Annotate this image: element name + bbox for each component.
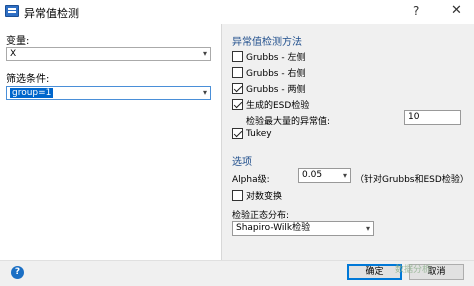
max-outliers-label: 检验最大量的异常值: bbox=[246, 117, 331, 127]
alpha-dropdown[interactable]: 0.05 ▾ bbox=[298, 168, 351, 183]
options-section-title: 选项 bbox=[232, 157, 252, 168]
normality-label: 检验正态分布: bbox=[232, 211, 290, 221]
checkbox-box[interactable] bbox=[232, 67, 243, 78]
chevron-down-icon: ▾ bbox=[365, 224, 370, 233]
checkbox-box[interactable] bbox=[232, 99, 243, 110]
normality-dropdown[interactable]: Shapiro-Wilk检验 ▾ bbox=[232, 221, 374, 236]
checkbox-label: Tukey bbox=[246, 128, 272, 139]
checkbox-label: 对数变换 bbox=[246, 192, 283, 202]
chevron-down-icon: ▾ bbox=[202, 88, 207, 97]
max-outliers-input[interactable]: 10 bbox=[404, 110, 461, 125]
normality-value: Shapiro-Wilk检验 bbox=[236, 223, 311, 233]
variable-value: X bbox=[10, 49, 17, 59]
watermark-text: 数据分析 bbox=[395, 265, 432, 275]
left-panel: 变量: X ▾ 筛选条件: group=1 ▾ bbox=[0, 24, 222, 260]
filter-value: group=1 bbox=[10, 88, 54, 98]
checkbox-label: 生成的ESD检验 bbox=[246, 101, 310, 111]
close-icon[interactable]: ✕ bbox=[451, 3, 462, 18]
right-panel: 异常值检测方法 Grubbs - 左侧 Grubbs - 右侧 Grubbs -… bbox=[222, 24, 474, 260]
variable-dropdown[interactable]: X ▾ bbox=[6, 47, 211, 61]
grubbs-two-sided-checkbox[interactable]: Grubbs - 两侧 bbox=[232, 82, 305, 95]
app-icon bbox=[5, 5, 19, 17]
chevron-down-icon: ▾ bbox=[202, 49, 207, 58]
variable-label: 变量: bbox=[6, 36, 30, 47]
help-title-button[interactable]: ? bbox=[413, 4, 419, 18]
esd-checkbox[interactable]: 生成的ESD检验 bbox=[232, 98, 309, 111]
checkbox-label: Grubbs - 两侧 bbox=[246, 85, 306, 95]
chevron-down-icon: ▾ bbox=[342, 171, 347, 180]
grubbs-right-checkbox[interactable]: Grubbs - 右侧 bbox=[232, 66, 305, 79]
checkbox-box[interactable] bbox=[232, 51, 243, 62]
alpha-label: Alpha级: bbox=[232, 175, 270, 185]
title-bar: 异常值检测 ? ✕ bbox=[0, 0, 474, 24]
grubbs-left-checkbox[interactable]: Grubbs - 左侧 bbox=[232, 50, 305, 63]
methods-section-title: 异常值检测方法 bbox=[232, 37, 302, 48]
checkbox-box[interactable] bbox=[232, 83, 243, 94]
ok-button[interactable]: 确定 bbox=[347, 264, 402, 280]
checkbox-label: Grubbs - 右侧 bbox=[246, 69, 306, 79]
checkbox-box[interactable] bbox=[232, 190, 243, 201]
filter-dropdown[interactable]: group=1 ▾ bbox=[6, 86, 211, 100]
alpha-note: （针对Grubbs和ESD检验） bbox=[355, 175, 469, 185]
checkbox-box[interactable] bbox=[232, 128, 243, 139]
filter-label: 筛选条件: bbox=[6, 74, 50, 85]
window-title: 异常值检测 bbox=[24, 7, 79, 20]
checkbox-label: Grubbs - 左侧 bbox=[246, 53, 306, 63]
help-icon[interactable]: ? bbox=[11, 266, 24, 279]
tukey-checkbox[interactable]: Tukey bbox=[232, 128, 272, 139]
alpha-value: 0.05 bbox=[302, 170, 323, 180]
log-transform-checkbox[interactable]: 对数变换 bbox=[232, 189, 282, 202]
